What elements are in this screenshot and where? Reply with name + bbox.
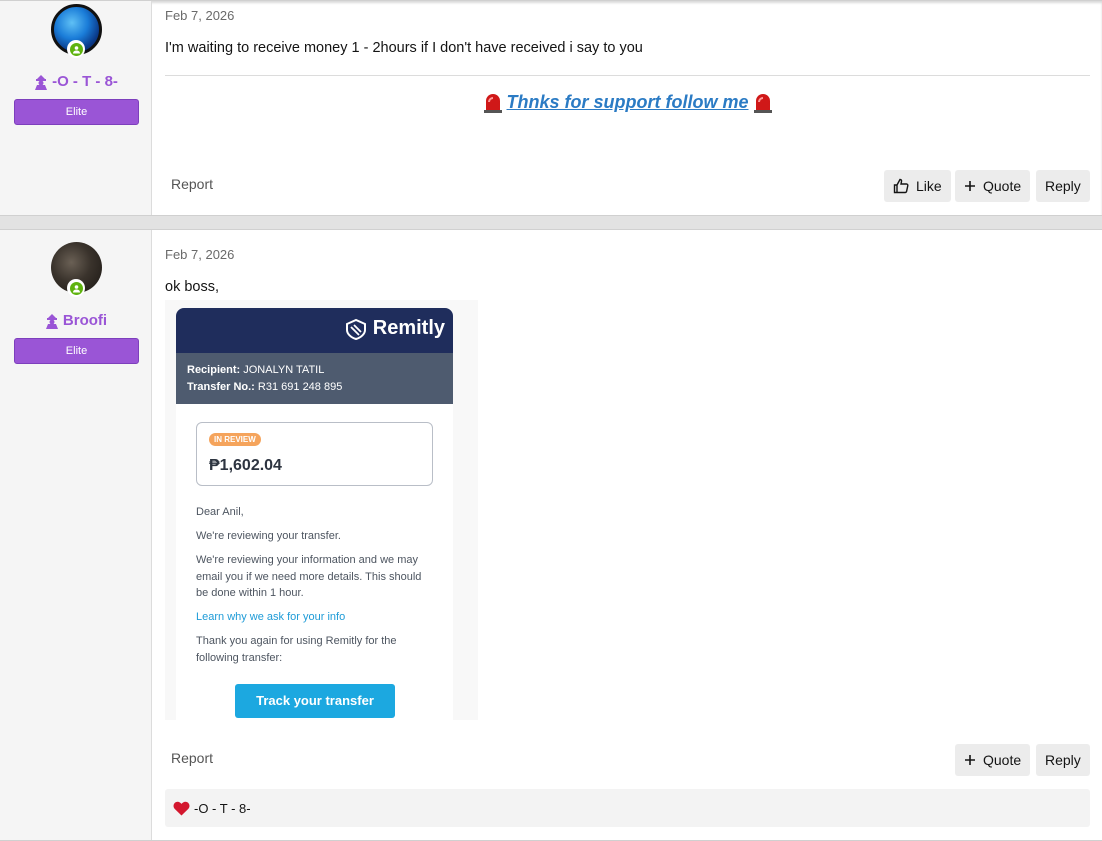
- heart-icon: [173, 801, 190, 815]
- transfer-amount: ₱1,602.04: [209, 457, 282, 474]
- post-message: I'm waiting to receive money 1 - 2hours …: [165, 40, 643, 56]
- learn-more-link: Learn why we ask for your info: [196, 611, 346, 623]
- recipient-label: Recipient:: [187, 364, 241, 376]
- plus-icon: [965, 181, 975, 191]
- signature-link[interactable]: Thnks for support follow me: [507, 92, 749, 113]
- thank-you-text: Thank you again for using Remitly for th…: [196, 635, 397, 664]
- quote-label: Quote: [983, 752, 1022, 768]
- username-text: -O - T - 8-: [52, 73, 118, 90]
- quote-button[interactable]: Quote: [955, 170, 1031, 202]
- recipient-name: JONALYN TATIL: [243, 364, 325, 376]
- remitly-transfer-info: Recipient: JONALYN TATIL Transfer No.: R…: [176, 353, 453, 404]
- remitly-body: IN REVIEW ₱1,602.04 Dear Anil, We're rev…: [176, 404, 453, 720]
- remitly-logo-icon: [345, 318, 366, 340]
- post-date[interactable]: Feb 7, 2026: [165, 247, 234, 262]
- quote-button[interactable]: Quote: [955, 744, 1031, 776]
- greeting-text: Dear Anil,: [196, 506, 244, 518]
- siren-icon: [483, 94, 502, 113]
- like-button[interactable]: Like: [884, 170, 951, 202]
- attached-image[interactable]: Remitly Recipient: JONALYN TATIL Transfe…: [165, 300, 478, 720]
- signature-divider: [165, 75, 1090, 76]
- like-label: Like: [916, 178, 942, 194]
- reaction-user[interactable]: -O - T - 8-: [194, 801, 251, 816]
- post-2: Broofi Elite Feb 7, 2026 ok boss, Remitl…: [0, 229, 1102, 841]
- report-link[interactable]: Report: [171, 176, 213, 192]
- remitly-logo: Remitly: [345, 317, 445, 340]
- reply-label: Reply: [1045, 752, 1081, 768]
- remitly-brand: Remitly: [372, 317, 445, 339]
- post-1: -O - T - 8- Elite Feb 7, 2026 I'm waitin…: [0, 0, 1102, 216]
- online-status-icon: [67, 279, 85, 297]
- quote-label: Quote: [983, 178, 1022, 194]
- amount-card: IN REVIEW ₱1,602.04: [196, 422, 433, 486]
- transfer-number: R31 691 248 895: [257, 381, 343, 393]
- user-cell: -O - T - 8- Elite: [0, 1, 152, 215]
- report-link[interactable]: Report: [171, 750, 213, 766]
- user-title-badge: Elite: [14, 99, 139, 125]
- reply-button[interactable]: Reply: [1036, 170, 1090, 202]
- remitly-header: Remitly: [176, 308, 453, 353]
- signature: Thnks for support follow me: [165, 90, 1090, 114]
- username[interactable]: -O - T - 8-: [0, 73, 152, 90]
- reply-label: Reply: [1045, 178, 1081, 194]
- track-transfer-button: Track your transfer: [235, 684, 395, 718]
- reply-button[interactable]: Reply: [1036, 744, 1090, 776]
- details-text: We're reviewing your information and we …: [196, 554, 422, 599]
- username[interactable]: Broofi: [0, 312, 152, 329]
- reviewing-text: We're reviewing your transfer.: [196, 530, 341, 542]
- thumbs-up-icon: [893, 178, 909, 194]
- online-status-icon: [67, 40, 85, 58]
- user-cell: Broofi Elite: [0, 230, 152, 840]
- post-message: ok boss,: [165, 279, 219, 295]
- plus-icon: [965, 755, 975, 765]
- hacker-icon: [35, 74, 48, 90]
- username-text: Broofi: [62, 312, 108, 329]
- siren-icon: [753, 94, 772, 113]
- post-date[interactable]: Feb 7, 2026: [165, 8, 234, 23]
- status-badge: IN REVIEW: [209, 433, 261, 446]
- hacker-icon: [45, 313, 58, 329]
- reactions-bar[interactable]: -O - T - 8-: [165, 789, 1090, 827]
- user-title-badge: Elite: [14, 338, 139, 364]
- transfer-label: Transfer No.:: [187, 381, 255, 393]
